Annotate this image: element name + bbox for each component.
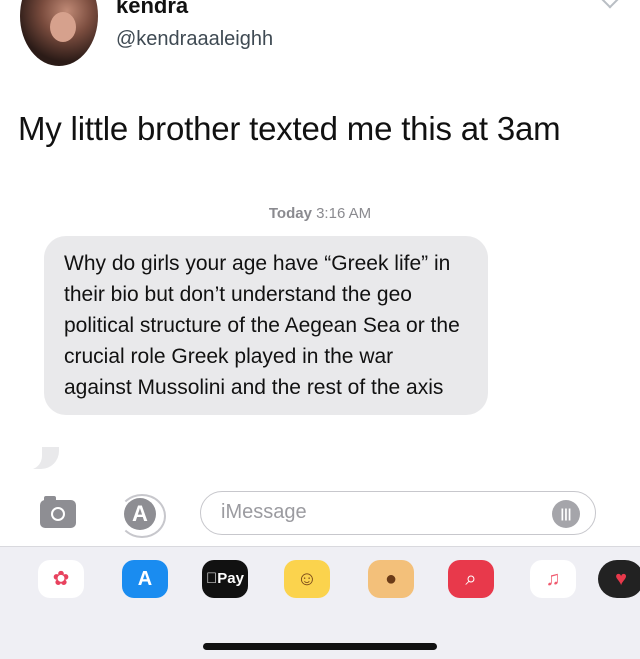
camera-icon[interactable] bbox=[40, 496, 76, 528]
photos-icon[interactable]: ✿ bbox=[38, 560, 84, 598]
home-indicator[interactable] bbox=[203, 643, 437, 650]
imessage-input[interactable]: iMessage bbox=[200, 491, 596, 535]
digital-touch-icon[interactable]: ♥ bbox=[598, 560, 640, 598]
display-name[interactable]: kendra bbox=[116, 0, 188, 19]
tweet-text: My little brother texted me this at 3am bbox=[18, 110, 561, 147]
incoming-message-bubble[interactable]: Why do girls your age have “Greek life” … bbox=[44, 236, 488, 415]
app-store-icon[interactable]: A bbox=[122, 560, 168, 598]
timestamp-time: 3:16 AM bbox=[316, 205, 372, 222]
user-handle[interactable]: @kendraaaleighh bbox=[116, 28, 273, 51]
message-timestamp: Today 3:16 AM bbox=[0, 205, 640, 222]
app-store-toggle-icon[interactable]: A bbox=[124, 498, 156, 530]
audio-message-icon[interactable]: ||| bbox=[552, 500, 580, 528]
music-icon[interactable]: ♫ bbox=[530, 560, 576, 598]
memoji-icon[interactable]: ☺ bbox=[284, 560, 330, 598]
monkey-animoji-icon[interactable]: ● bbox=[368, 560, 414, 598]
image-search-icon[interactable]: ⌕ bbox=[448, 560, 494, 598]
timestamp-day: Today bbox=[268, 205, 312, 222]
chevron-down-icon[interactable] bbox=[601, 0, 619, 9]
avatar[interactable] bbox=[20, 0, 98, 66]
apple-pay-icon[interactable]: Pay bbox=[202, 560, 248, 598]
